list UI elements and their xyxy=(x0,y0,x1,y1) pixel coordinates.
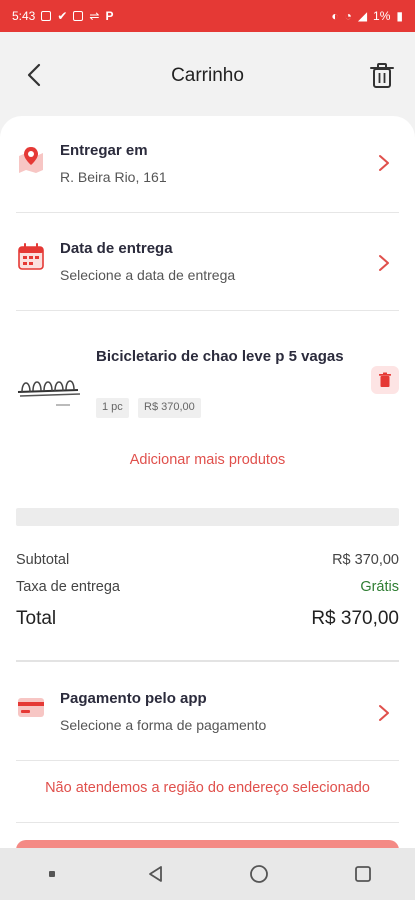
subtotal-label: Subtotal xyxy=(16,552,70,568)
page-title: Carrinho xyxy=(171,65,244,86)
app-notification-icon: P xyxy=(105,9,114,23)
divider xyxy=(16,310,399,311)
status-bar: 5:43 ✔ ⇌ P ◐ ◔ ◢ 1% ▮ xyxy=(0,0,415,32)
remove-item-button[interactable] xyxy=(371,366,399,394)
check-notification-icon: ✔ xyxy=(57,9,68,23)
product-name: Bicicletario de chao leve p 5 vagas xyxy=(96,348,344,365)
divider xyxy=(16,822,399,823)
chevron-left-icon[interactable] xyxy=(22,62,48,88)
section-separator xyxy=(16,508,399,526)
usb-notification-icon: ⇌ xyxy=(89,9,100,23)
product-price: R$ 370,00 xyxy=(138,398,201,418)
gallery-notification-icon xyxy=(41,11,52,21)
total-label: Total xyxy=(16,608,57,629)
product-image[interactable] xyxy=(16,360,82,410)
product-quantity: 1 pc xyxy=(96,398,129,418)
system-navigation-bar xyxy=(0,848,415,900)
delivery-date-row[interactable]: Data de entrega Selecione a data de entr… xyxy=(16,240,399,283)
recents-square-icon[interactable] xyxy=(351,862,375,886)
delivery-date-title: Data de entrega xyxy=(60,240,173,257)
total-value: R$ 370,00 xyxy=(311,608,399,629)
divider xyxy=(16,760,399,761)
chevron-right-icon xyxy=(379,255,389,271)
chevron-right-icon xyxy=(379,705,389,721)
delivery-date-value: Selecione a data de entrega xyxy=(60,267,236,283)
trash-icon xyxy=(379,372,391,387)
payment-title: Pagamento pelo app xyxy=(60,690,207,707)
payment-value: Selecione a forma de pagamento xyxy=(60,717,267,733)
signal-icon: ◢ xyxy=(357,9,368,23)
region-warning-message: Não atendemos a região do endereço selec… xyxy=(45,780,370,796)
calendar-icon xyxy=(18,243,44,270)
wifi-icon: ◔ xyxy=(344,9,352,23)
subtotal-value: R$ 370,00 xyxy=(332,552,399,568)
app-header: Carrinho xyxy=(0,32,415,120)
credit-card-icon xyxy=(18,698,44,717)
chevron-right-icon xyxy=(379,155,389,171)
trash-icon[interactable] xyxy=(369,62,395,90)
cart-item: Bicicletario de chao leve p 5 vagas 1 pc… xyxy=(16,342,399,422)
delivery-address-title: Entregar em xyxy=(60,142,148,159)
divider xyxy=(16,660,399,662)
map-pin-icon xyxy=(19,147,43,173)
delivery-address-value: R. Beira Rio, 161 xyxy=(60,169,167,185)
cart-card: Entregar em R. Beira Rio, 161 Data de en… xyxy=(0,116,415,896)
vibrate-icon: ◐ xyxy=(331,9,339,23)
status-time: 5:43 xyxy=(12,9,36,23)
total-row: Total R$ 370,00 xyxy=(16,608,399,630)
payment-method-row[interactable]: Pagamento pelo app Selecione a forma de … xyxy=(16,690,399,733)
file-notification-icon xyxy=(73,11,84,21)
delivery-fee-value: Grátis xyxy=(360,579,399,595)
delivery-fee-row: Taxa de entrega Grátis xyxy=(16,579,399,595)
dot-icon xyxy=(40,862,64,886)
battery-level: 1% xyxy=(373,9,391,23)
add-more-products-link[interactable]: Adicionar mais produtos xyxy=(0,452,415,468)
delivery-fee-label: Taxa de entrega xyxy=(16,579,120,595)
subtotal-row: Subtotal R$ 370,00 xyxy=(16,552,399,568)
home-circle-icon[interactable] xyxy=(247,862,271,886)
back-triangle-icon[interactable] xyxy=(144,862,168,886)
divider xyxy=(16,212,399,213)
delivery-address-row[interactable]: Entregar em R. Beira Rio, 161 xyxy=(16,142,399,185)
battery-icon: ▮ xyxy=(396,9,403,23)
